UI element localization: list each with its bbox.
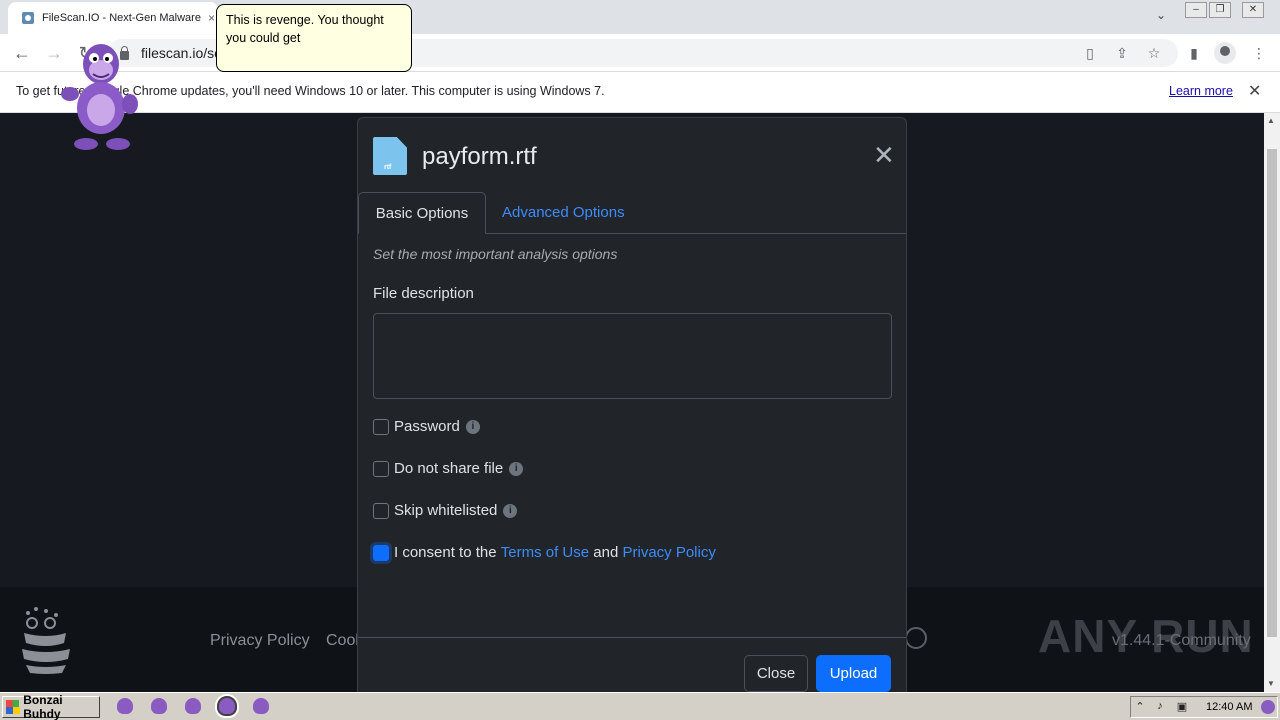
info-icon[interactable]: i	[509, 461, 524, 476]
consent-option[interactable]: I consent to the Terms of Use and Privac…	[373, 544, 716, 561]
file-description-label: File description	[373, 285, 474, 302]
consent-and: and	[593, 544, 619, 561]
page-scrollbar[interactable]: ▲ ▼	[1264, 113, 1280, 692]
info-icon[interactable]: i	[503, 503, 518, 518]
info-icon[interactable]: i	[465, 419, 480, 434]
do-not-share-checkbox[interactable]	[373, 460, 389, 477]
privacy-policy-link[interactable]: Privacy Policy	[622, 544, 715, 561]
tab-close-icon[interactable]: ×	[208, 11, 215, 25]
learn-more-link[interactable]: Learn more	[1169, 84, 1233, 98]
volume-icon[interactable]: ♪	[1153, 700, 1167, 714]
bonzi-taskbar-icon[interactable]	[253, 698, 269, 714]
version-text: v1.44.1-Community	[1112, 632, 1251, 649]
consent-prefix: I consent to the	[394, 544, 497, 561]
skip-whitelisted-label: Skip whitelisted	[394, 502, 498, 519]
github-icon[interactable]	[905, 627, 927, 649]
bonzi-taskbar-icon[interactable]	[185, 698, 201, 714]
modal-header: payform.rtf ✕	[358, 118, 908, 192]
close-button[interactable]: Close	[744, 655, 808, 692]
options-tabs: Basic Options Advanced Options	[358, 192, 906, 234]
skip-whitelisted-checkbox[interactable]	[373, 502, 389, 519]
tray-expand-icon[interactable]: ⌃	[1133, 700, 1147, 714]
network-icon[interactable]: ▣	[1175, 700, 1189, 714]
tab-search-chevron-icon[interactable]: ⌄	[1152, 8, 1170, 26]
clock[interactable]: 12:40 AM	[1206, 701, 1252, 713]
consent-checkbox[interactable]	[373, 544, 389, 561]
password-checkbox[interactable]	[373, 418, 389, 435]
skip-whitelisted-option[interactable]: Skip whitelisted i	[373, 502, 518, 519]
tab-title: FileScan.IO - Next-Gen Malware A	[42, 12, 202, 24]
scroll-up-arrow-icon[interactable]: ▲	[1267, 116, 1275, 125]
tab-advanced-options[interactable]: Advanced Options	[502, 192, 625, 234]
tab-strip: FileScan.IO - Next-Gen Malware A × ⌄ – ❐…	[0, 0, 1280, 34]
bonzi-taskbar-icon[interactable]	[215, 694, 239, 718]
scrollbar-thumb[interactable]	[1267, 149, 1277, 637]
browser-tab[interactable]: FileScan.IO - Next-Gen Malware A ×	[8, 2, 218, 34]
modal-title: payform.rtf	[422, 143, 537, 170]
bonzi-buddy-character[interactable]	[58, 40, 144, 152]
back-arrow-icon[interactable]: ←	[11, 42, 33, 64]
bonzi-speech-bubble: This is revenge. You thought you could g…	[216, 4, 412, 72]
infobar-close-icon[interactable]: ✕	[1248, 81, 1261, 101]
browser-toolbar: ← → ↻ filescan.io/sc ▯ ⇪ ☆ ▮ ⋮	[0, 34, 1280, 72]
file-description-textarea[interactable]	[373, 313, 892, 399]
bonzi-taskbar-icon[interactable]	[151, 698, 167, 714]
windows-logo-icon	[6, 700, 21, 714]
update-infobar: To get future Google Chrome updates, you…	[0, 72, 1280, 113]
restore-icon[interactable]: ❐	[1209, 2, 1231, 18]
system-tray: ⌃ ♪ ▣ 12:40 AM	[1130, 696, 1278, 718]
bonzi-tray-icon[interactable]	[1261, 700, 1275, 714]
filescan-favicon-icon	[22, 12, 34, 24]
do-not-share-option[interactable]: Do not share file i	[373, 460, 524, 477]
modal-footer-divider	[358, 637, 906, 638]
windows-taskbar: Bonzai Buhdy ⌃ ♪ ▣ 12:40 AM	[0, 692, 1280, 720]
menu-kebab-icon[interactable]: ⋮	[1250, 44, 1268, 62]
minimize-icon[interactable]: –	[1185, 2, 1207, 18]
options-subtitle: Set the most important analysis options	[373, 246, 618, 262]
owl-logo-icon	[22, 607, 70, 674]
bookmark-star-icon[interactable]: ☆	[1145, 44, 1163, 62]
upload-button[interactable]: Upload	[816, 655, 891, 692]
side-panel-icon[interactable]: ▮	[1185, 44, 1203, 62]
rtf-file-icon	[373, 137, 407, 175]
start-button[interactable]: Bonzai Buhdy	[2, 693, 100, 720]
modal-close-icon[interactable]: ✕	[873, 142, 895, 168]
password-label: Password	[394, 418, 460, 435]
url-text: filescan.io/sc	[141, 45, 222, 61]
tab-basic-options[interactable]: Basic Options	[358, 192, 486, 234]
bonzi-taskbar-icon[interactable]	[117, 698, 133, 714]
terms-of-use-link[interactable]: Terms of Use	[501, 544, 589, 561]
upload-options-modal: payform.rtf ✕ Basic Options Advanced Opt…	[357, 117, 907, 697]
scroll-down-arrow-icon[interactable]: ▼	[1267, 679, 1275, 688]
password-option[interactable]: Password i	[373, 418, 480, 435]
start-label: Bonzai Buhdy	[23, 693, 63, 720]
window-close-icon[interactable]: ✕	[1242, 2, 1264, 18]
share-icon[interactable]: ⇪	[1113, 44, 1131, 62]
page-icon[interactable]: ▯	[1081, 44, 1099, 62]
footer-privacy-link[interactable]: Privacy Policy	[210, 632, 310, 650]
do-not-share-label: Do not share file	[394, 460, 504, 477]
profile-avatar-icon[interactable]	[1214, 42, 1236, 64]
